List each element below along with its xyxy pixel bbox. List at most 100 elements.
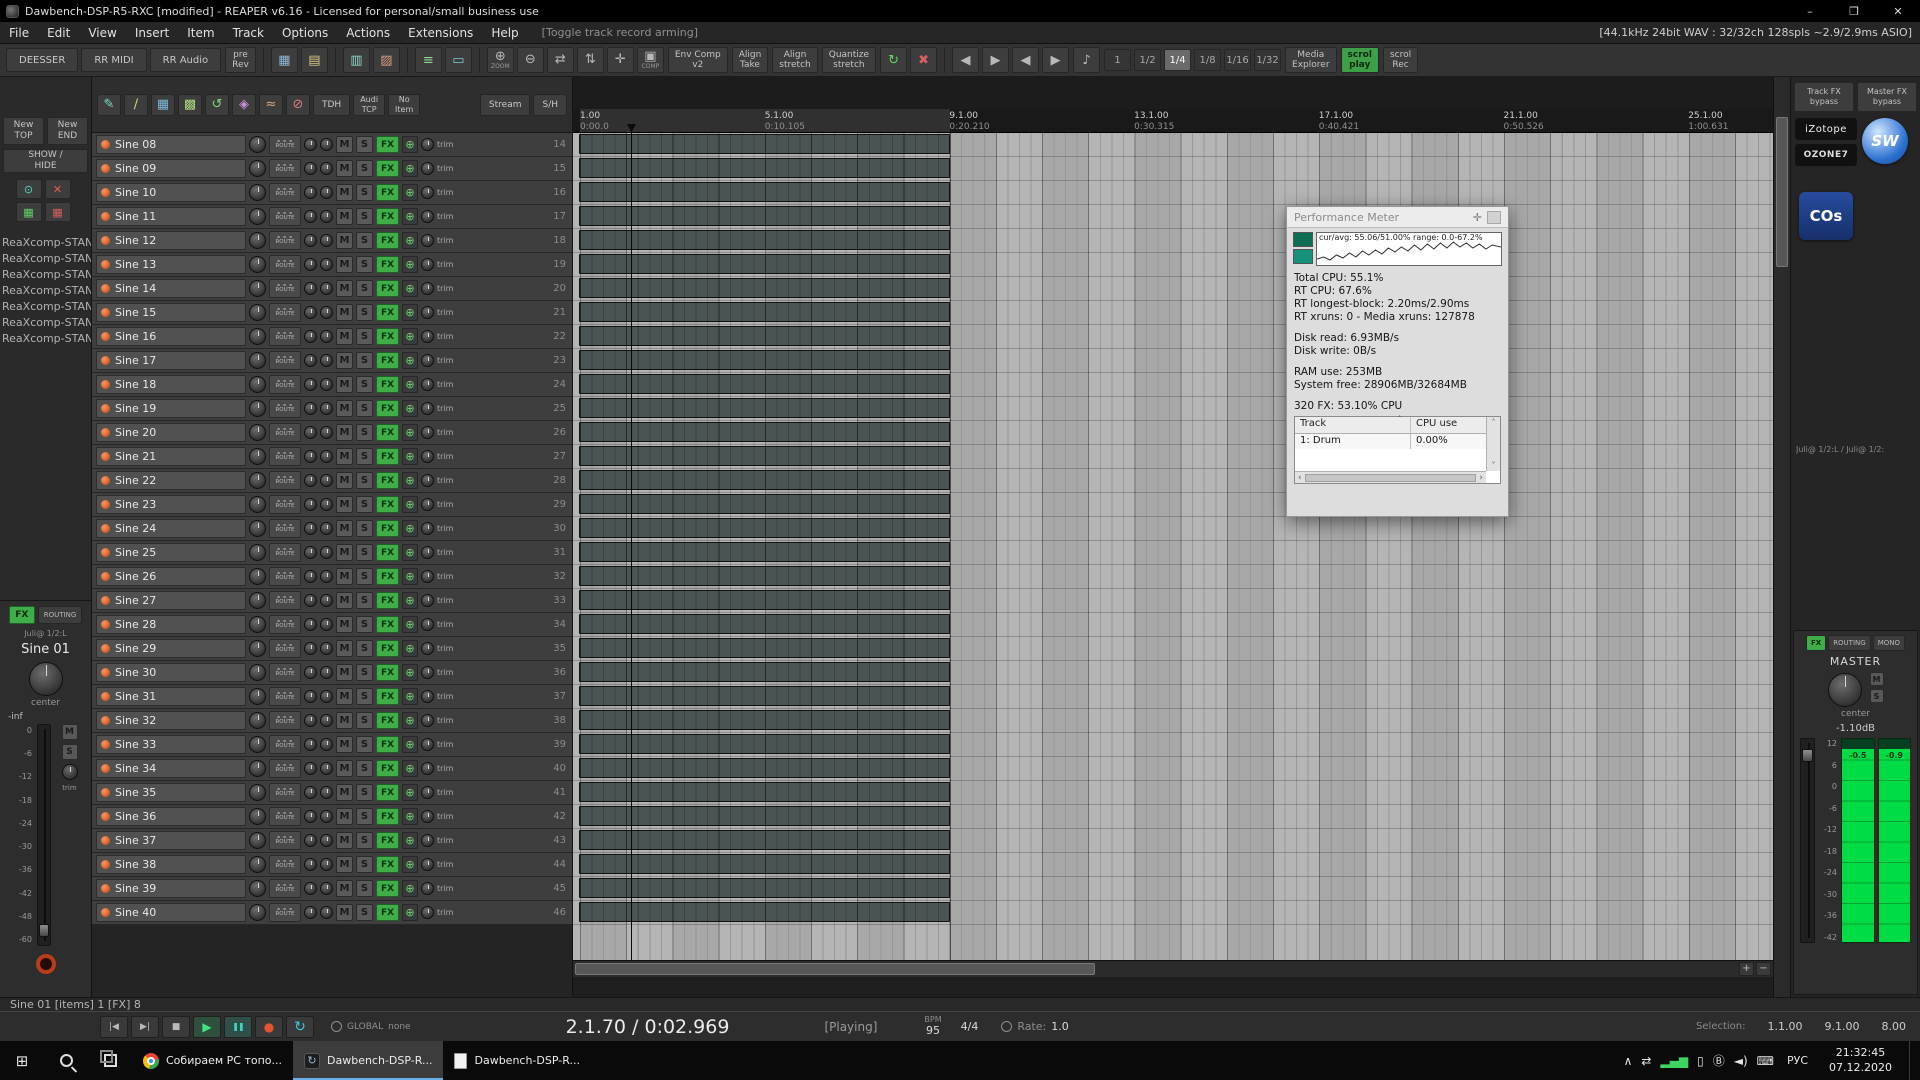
fx-add-button[interactable]: ⊕	[402, 904, 418, 921]
fx-button[interactable]: FX	[376, 640, 399, 657]
Sine 21[interactable]	[573, 445, 1773, 469]
record-arm-button[interactable]	[101, 908, 110, 917]
record-arm-button[interactable]	[101, 236, 110, 245]
solo-button[interactable]: S	[356, 208, 373, 225]
track-name-field[interactable]: Sine 12	[96, 231, 246, 250]
fx-add-button[interactable]: ⊕	[402, 712, 418, 729]
Sine 25[interactable]: Sine 25 ▪ ▪ ▪ ROUTE M S FX ⊕	[92, 541, 572, 565]
prev-transient-button[interactable]: ◀	[952, 47, 979, 73]
record-monitor-knob[interactable]	[249, 304, 266, 321]
next-transient-button[interactable]: ▶	[982, 47, 1009, 73]
fx-button[interactable]: FX	[376, 880, 399, 897]
pan-knob[interactable]	[304, 522, 317, 535]
record-arm-button[interactable]	[101, 140, 110, 149]
Sine 40[interactable]: Sine 40 ▪ ▪ ▪ ROUTE M S FX ⊕	[92, 901, 572, 925]
zoom-in-icon[interactable]: ⊕ZOOM	[487, 47, 514, 73]
fx-button[interactable]: FX	[376, 136, 399, 153]
solo-button[interactable]: S	[356, 904, 373, 921]
width-knob[interactable]	[320, 786, 333, 799]
record-arm-button[interactable]	[101, 716, 110, 725]
fx-add-button[interactable]: ⊕	[402, 784, 418, 801]
snap-icon[interactable]: ▩	[178, 94, 202, 116]
fx-add-button[interactable]: ⊕	[402, 496, 418, 513]
Sine 37[interactable]	[573, 829, 1773, 853]
cancel-icon[interactable]: ✖	[910, 47, 937, 73]
solo-button[interactable]: S	[356, 256, 373, 273]
Sine 17[interactable]: Sine 17 ▪ ▪ ▪ ROUTE M S FX ⊕	[92, 349, 572, 373]
Sine 12[interactable]	[573, 229, 1773, 253]
fx-add-button[interactable]: ⊕	[402, 184, 418, 201]
route-button[interactable]: ▪ ▪ ▪ ROUTE	[269, 855, 301, 874]
master-mono-button[interactable]: MONO	[1873, 635, 1905, 651]
record-monitor-knob[interactable]	[249, 832, 266, 849]
track-name-field[interactable]: Sine 19	[96, 399, 246, 418]
route-button[interactable]: ▪ ▪ ▪ ROUTE	[269, 303, 301, 322]
record-arm-button[interactable]	[101, 692, 110, 701]
fx-add-button[interactable]: ⊕	[402, 592, 418, 609]
pin-icon[interactable]: ✛	[607, 47, 634, 73]
fx-add-button[interactable]: ⊕	[402, 376, 418, 393]
Sine 29[interactable]	[573, 637, 1773, 661]
master-volume-fader[interactable]	[1800, 738, 1815, 943]
trim-knob[interactable]	[421, 834, 434, 847]
track-name-field[interactable]: Sine 11	[96, 207, 246, 226]
trim-knob[interactable]	[421, 762, 434, 775]
show-desktop-button[interactable]	[1909, 1041, 1916, 1080]
solo-button[interactable]: S	[62, 744, 78, 760]
Sine 19[interactable]: Sine 19 ▪ ▪ ▪ ROUTE M S FX ⊕	[92, 397, 572, 421]
trim-knob[interactable]	[421, 450, 434, 463]
fx-button[interactable]: FX	[376, 760, 399, 777]
width-knob[interactable]	[320, 258, 333, 271]
fx-add-button[interactable]: ⊕	[402, 280, 418, 297]
record-monitor-knob[interactable]	[249, 592, 266, 609]
master-mute-button[interactable]: M	[1870, 672, 1884, 686]
width-knob[interactable]	[320, 330, 333, 343]
Sine 20[interactable]	[573, 421, 1773, 445]
record-arm-button[interactable]	[101, 644, 110, 653]
record-arm-button[interactable]	[101, 356, 110, 365]
zoom-out-icon[interactable]: ⊖	[517, 47, 544, 73]
performance-meter-window[interactable]: Performance Meter ✛ cur/avg: 55.06/51.00…	[1286, 206, 1509, 517]
record-arm-button[interactable]	[101, 404, 110, 413]
width-knob[interactable]	[320, 162, 333, 175]
show-all-tracks-icon[interactable]: ⊙	[16, 179, 42, 199]
width-knob[interactable]	[320, 882, 333, 895]
column-track[interactable]: Track	[1295, 417, 1411, 433]
Sine 19[interactable]	[573, 397, 1773, 421]
ripple-icon[interactable]: ≈	[259, 94, 283, 116]
fx-button[interactable]: FX	[376, 712, 399, 729]
Sine 36[interactable]	[573, 805, 1773, 829]
route-button[interactable]: ▪ ▪ ▪ ROUTE	[269, 351, 301, 370]
mute-button[interactable]: M	[336, 520, 353, 537]
Sine 23[interactable]: Sine 23 ▪ ▪ ▪ ROUTE M S FX ⊕	[92, 493, 572, 517]
pan-knob[interactable]	[304, 234, 317, 247]
pencil-icon[interactable]: ✎	[97, 94, 121, 116]
fx-button[interactable]: FX	[376, 208, 399, 225]
fx-add-button[interactable]: ⊕	[402, 664, 418, 681]
width-knob[interactable]	[320, 738, 333, 751]
record-arm-button[interactable]	[101, 836, 110, 845]
media-item[interactable]	[579, 734, 950, 754]
track-name-field[interactable]: Sine 15	[96, 303, 246, 322]
grid-division-button[interactable]: 1/4	[1164, 49, 1191, 71]
trim-knob[interactable]	[421, 714, 434, 727]
fx-add-button[interactable]: ⊕	[402, 544, 418, 561]
new-track-top-button[interactable]: NewTOP	[3, 117, 44, 145]
sw-plugin-logo[interactable]: SW	[1862, 118, 1908, 164]
Sine 10[interactable]: Sine 10 ▪ ▪ ▪ ROUTE M S FX ⊕	[92, 181, 572, 205]
record-monitor-knob[interactable]	[249, 136, 266, 153]
fx-button[interactable]: FX	[376, 520, 399, 537]
track-name-field[interactable]: Sine 28	[96, 615, 246, 634]
bluetooth-icon[interactable]: Ⓑ	[1713, 1052, 1725, 1069]
fx-add-button[interactable]: ⊕	[402, 424, 418, 441]
fx-chain-item[interactable]: ReaXcomp-STAN	[2, 252, 91, 268]
record-arm-button[interactable]	[101, 668, 110, 677]
record-monitor-knob[interactable]	[249, 640, 266, 657]
mute-button[interactable]: M	[336, 208, 353, 225]
matrix-green-icon[interactable]: ▦	[16, 202, 42, 222]
vertical-scrollbar-thumb[interactable]	[1776, 117, 1788, 267]
Sine 31[interactable]	[573, 685, 1773, 709]
record-arm-button[interactable]	[101, 572, 110, 581]
record-arm-button[interactable]	[101, 884, 110, 893]
track-name-field[interactable]: Sine 20	[96, 423, 246, 442]
